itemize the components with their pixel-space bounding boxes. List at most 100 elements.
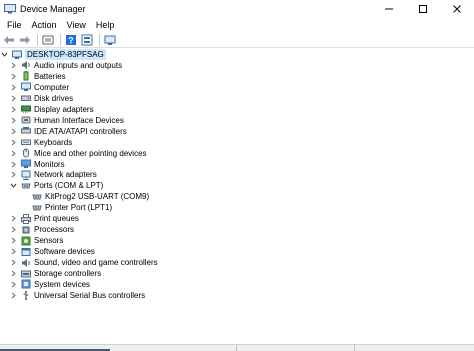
forward-button[interactable]: [18, 33, 32, 47]
tree-item-label: Storage controllers: [34, 269, 102, 278]
close-button[interactable]: [440, 0, 474, 18]
keyboard-icon: [21, 137, 31, 147]
port-icon: [32, 192, 42, 202]
tree-category-system-devices[interactable]: System devices: [9, 279, 90, 290]
tree-category-batteries[interactable]: Batteries: [9, 71, 66, 82]
back-button[interactable]: [2, 33, 16, 47]
tree-category-sensors[interactable]: Sensors: [9, 235, 63, 246]
tree-device-printer-port-lpt1[interactable]: Printer Port (LPT1): [20, 202, 112, 213]
tree-root-label: DESKTOP-83PFSAG: [25, 49, 106, 60]
hid-icon: [21, 115, 31, 125]
display-adapter-icon: [21, 104, 31, 114]
speaker-icon: [21, 60, 31, 70]
tree-category-software-devices[interactable]: Software devices: [9, 246, 95, 257]
tree-category-sound-video-and-game-controllers[interactable]: Sound, video and game controllers: [9, 257, 158, 268]
tree-category-mice-and-other-pointing-devices[interactable]: Mice and other pointing devices: [9, 148, 147, 159]
tree-item-label: Computer: [34, 82, 70, 92]
tree-item-label: Batteries: [34, 71, 66, 81]
toolbar: ?: [0, 32, 474, 48]
tree-item-label: System devices: [34, 279, 91, 289]
tree-item-label: Human Interface Devices: [34, 115, 124, 125]
chevron-right-icon[interactable]: [9, 126, 17, 137]
chevron-right-icon[interactable]: [9, 279, 17, 290]
tree-item-label: Printer Port (LPT1): [45, 203, 113, 213]
tree-category-human-interface-devices[interactable]: Human Interface Devices: [9, 115, 124, 126]
tree-category-ports-com-lpt[interactable]: Ports (COM & LPT): [9, 180, 103, 191]
tree-item-label: KitProg2 USB-UART (COM9): [45, 192, 150, 202]
tree-category-network-adapters[interactable]: Network adapters: [9, 169, 97, 180]
chevron-right-icon[interactable]: [9, 268, 17, 279]
battery-icon: [21, 71, 31, 81]
tree-category-display-adapters[interactable]: Display adapters: [9, 104, 94, 115]
close-icon: [453, 5, 461, 13]
toolbar-separator: [60, 33, 61, 46]
chevron-right-icon[interactable]: [9, 60, 17, 71]
properties-sheet-button[interactable]: [41, 33, 55, 47]
chevron-right-icon[interactable]: [9, 159, 17, 170]
monitor-icon: [21, 159, 31, 169]
menu-help[interactable]: Help: [91, 20, 120, 30]
tree-device-kitprog2-usb-uart-com9[interactable]: KitProg2 USB-UART (COM9): [20, 191, 149, 202]
tree-category-universal-serial-bus-controllers[interactable]: Universal Serial Bus controllers: [9, 290, 145, 301]
chevron-right-icon[interactable]: [9, 290, 17, 301]
tree-item-label: Mice and other pointing devices: [34, 148, 147, 158]
chevron-right-icon[interactable]: [9, 169, 17, 180]
tree-category-disk-drives[interactable]: Disk drives: [9, 93, 73, 104]
tree-category-ide-ata-atapi-controllers[interactable]: IDE ATA/ATAPI controllers: [9, 126, 127, 137]
toolbar-separator: [99, 33, 100, 46]
status-divider: [236, 345, 237, 351]
storage-controller-icon: [21, 269, 31, 279]
tree-category-storage-controllers[interactable]: Storage controllers: [9, 268, 101, 279]
maximize-button[interactable]: [406, 0, 440, 18]
chevron-right-icon[interactable]: [9, 213, 17, 224]
tree-category-print-queues[interactable]: Print queues: [9, 213, 79, 224]
menu-action[interactable]: Action: [27, 20, 62, 30]
help-button[interactable]: ?: [64, 33, 78, 47]
mouse-icon: [21, 148, 31, 158]
tree-item-label: Sensors: [34, 236, 64, 246]
menu-view[interactable]: View: [62, 20, 91, 30]
processor-icon: [21, 225, 31, 235]
chevron-right-icon[interactable]: [9, 246, 17, 257]
chevron-down-icon[interactable]: [0, 49, 8, 60]
chevron-right-icon[interactable]: [9, 104, 17, 115]
tree-item-label: Keyboards: [34, 137, 73, 147]
chevron-right-icon[interactable]: [9, 71, 17, 82]
device-tree: DESKTOP-83PFSAG Audio inputs and outputs…: [0, 49, 474, 344]
computer-icon: [21, 82, 31, 92]
back-arrow-icon: [4, 35, 14, 44]
tree-category-keyboards[interactable]: Keyboards: [9, 137, 72, 148]
tree-category-monitors[interactable]: Monitors: [9, 159, 65, 170]
chevron-right-icon[interactable]: [9, 224, 17, 235]
system-device-icon: [21, 279, 31, 289]
chevron-right-icon[interactable]: [9, 137, 17, 148]
forward-arrow-icon: [20, 35, 30, 44]
menu-bar: File Action View Help: [0, 18, 474, 32]
chevron-right-icon[interactable]: [9, 257, 17, 268]
svg-text:?: ?: [68, 35, 74, 45]
speaker-icon: [21, 258, 31, 268]
maximize-icon: [419, 5, 427, 13]
tree-item-label: IDE ATA/ATAPI controllers: [34, 126, 127, 136]
chevron-right-icon[interactable]: [9, 148, 17, 159]
software-device-icon: [21, 247, 31, 257]
tree-root[interactable]: DESKTOP-83PFSAG: [0, 49, 106, 60]
window-controls: [372, 0, 474, 18]
chevron-right-icon[interactable]: [9, 235, 17, 246]
tree-category-processors[interactable]: Processors: [9, 224, 74, 235]
chevron-right-icon[interactable]: [9, 93, 17, 104]
tree-item-label: Processors: [34, 225, 75, 235]
device-list-button[interactable]: [80, 33, 94, 47]
chevron-right-icon[interactable]: [9, 115, 17, 126]
tree-category-audio-inputs-and-outputs[interactable]: Audio inputs and outputs: [9, 60, 122, 71]
chevron-right-icon[interactable]: [9, 82, 17, 93]
scan-hardware-button[interactable]: [103, 33, 117, 47]
title-bar[interactable]: Device Manager: [0, 0, 474, 18]
minimize-button[interactable]: [372, 0, 406, 18]
disk-drive-icon: [21, 93, 31, 103]
tree-category-computer[interactable]: Computer: [9, 82, 69, 93]
chevron-down-icon[interactable]: [9, 180, 17, 191]
status-divider: [354, 345, 355, 351]
menu-file[interactable]: File: [2, 20, 27, 30]
